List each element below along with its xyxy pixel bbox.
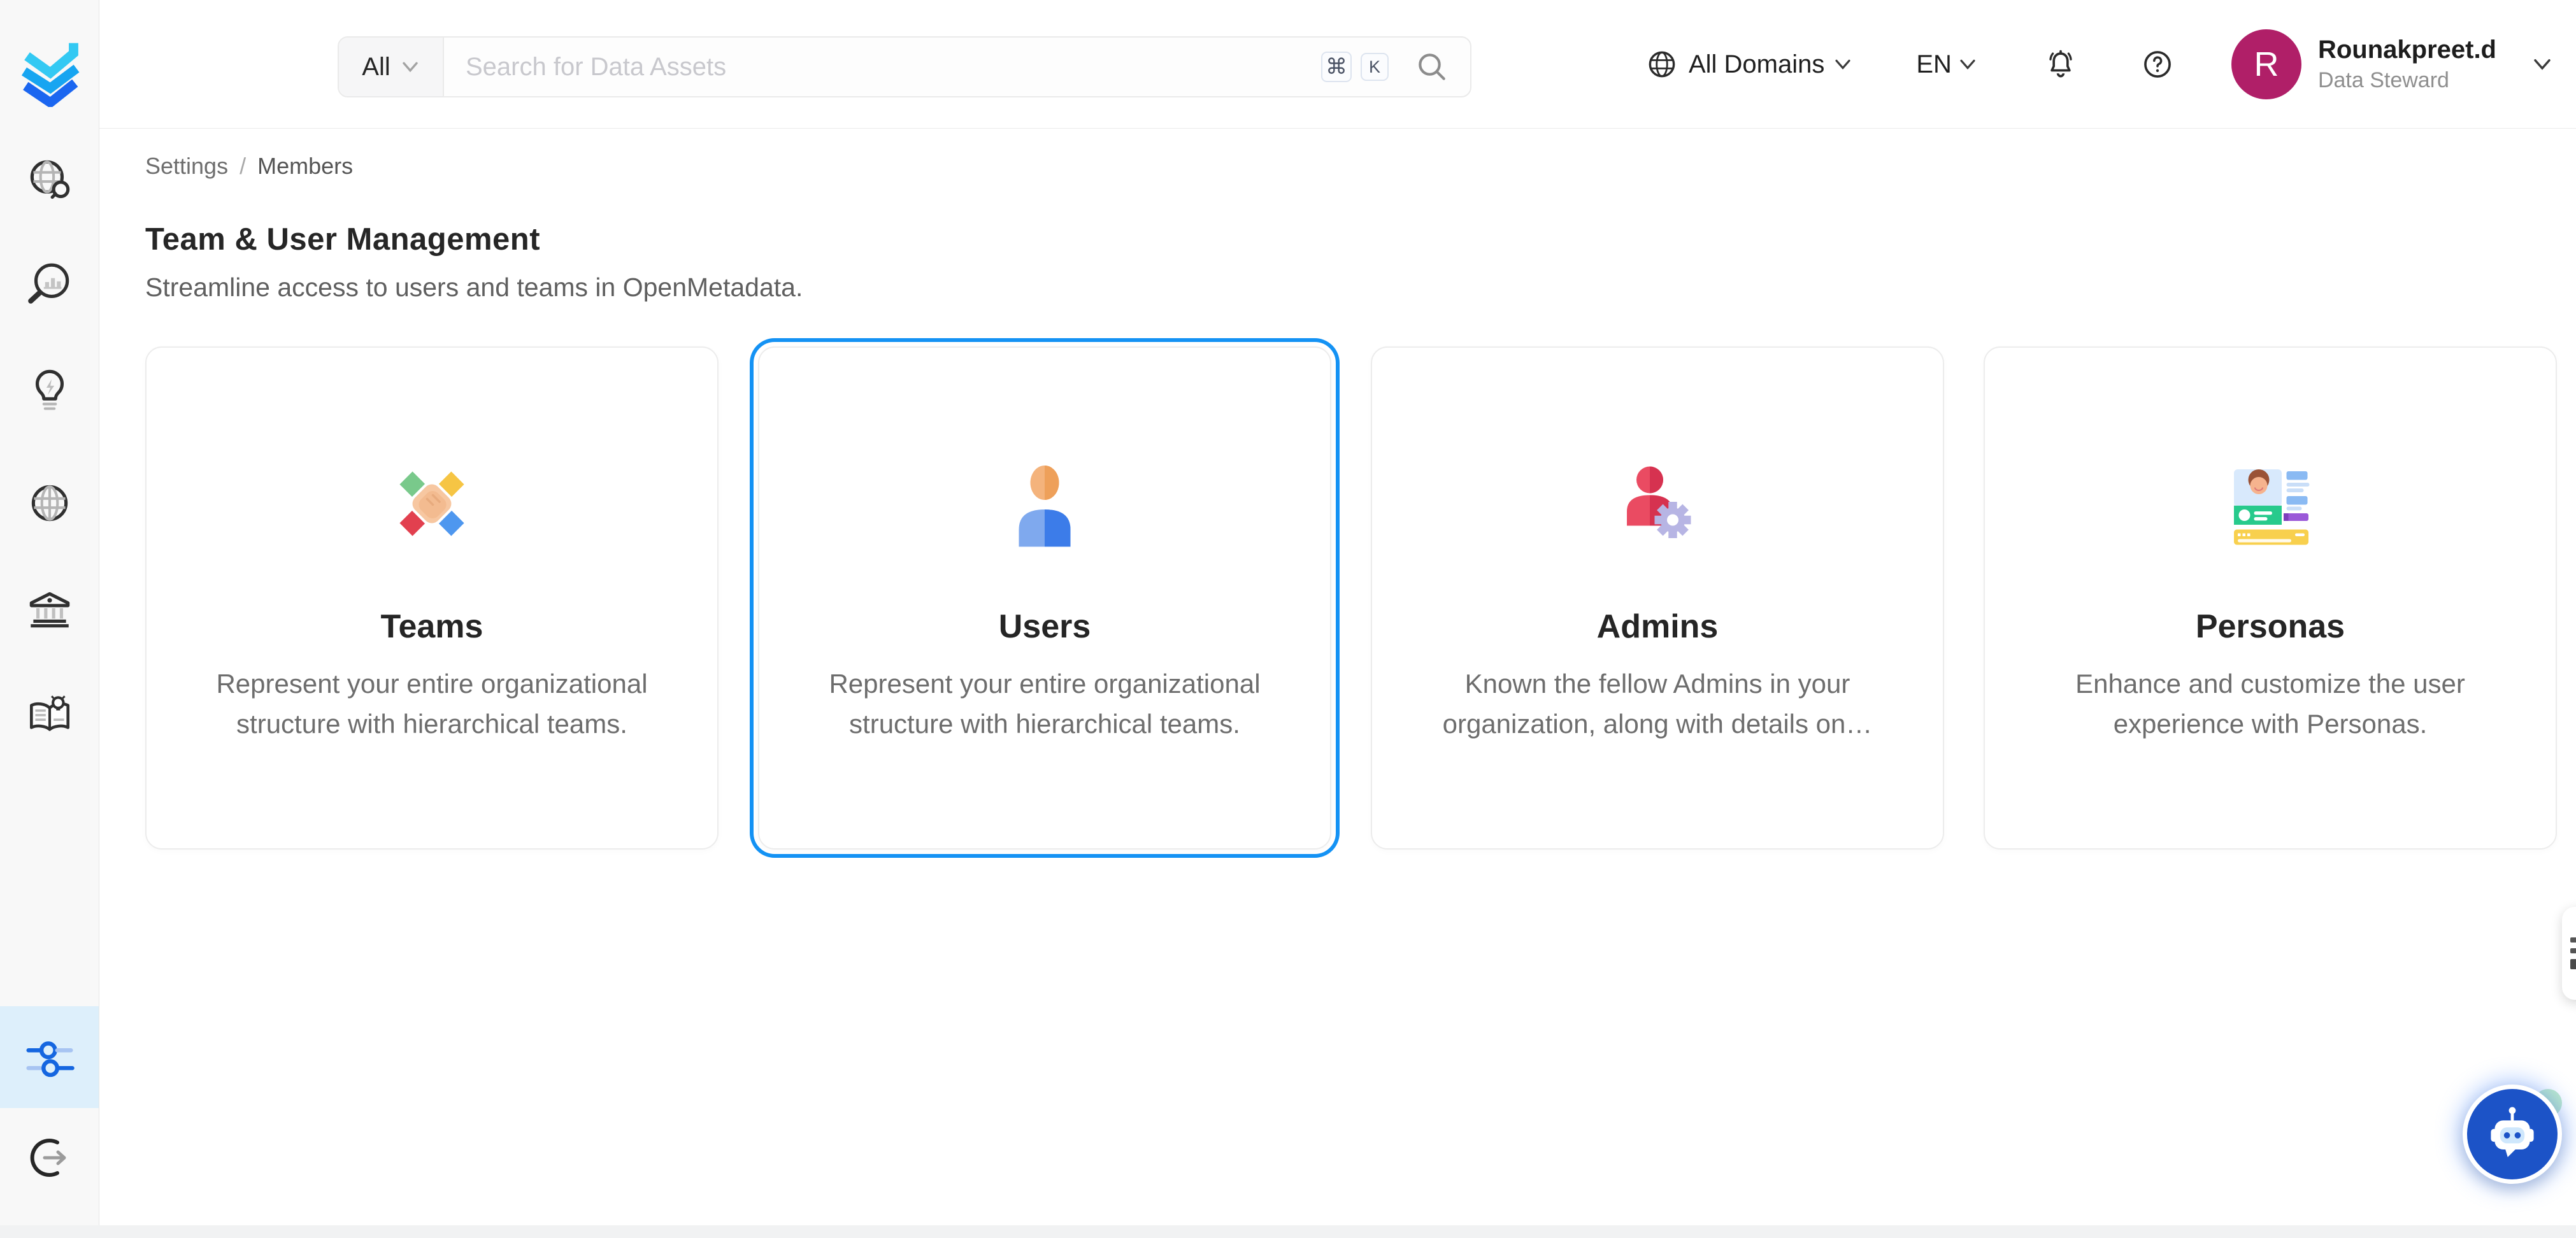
search-icon[interactable] — [1414, 49, 1450, 85]
insights-lightbulb-icon — [24, 366, 76, 418]
explore-globe-search-icon — [24, 155, 76, 207]
domains-globe-icon — [24, 477, 76, 529]
learning-book-icon — [24, 690, 76, 742]
sidebar-item-insights[interactable] — [0, 351, 99, 434]
top-header: All ⌘ K — [99, 0, 2576, 129]
card-admins[interactable]: Admins Known the fellow Admins in your o… — [1371, 346, 1944, 850]
language-label: EN — [1916, 50, 1952, 79]
breadcrumb-settings[interactable]: Settings — [145, 153, 228, 180]
app-window: All ⌘ K — [0, 0, 2576, 1238]
card-description: Represent your entire organizational str… — [187, 664, 677, 744]
avatar-initial: R — [2254, 45, 2279, 84]
page-title: Team & User Management — [145, 222, 540, 257]
search-input[interactable] — [444, 38, 1321, 96]
page-subtitle: Streamline access to users and teams in … — [145, 273, 803, 302]
user-name: Rounakpreet.d — [2318, 35, 2496, 64]
bell-icon[interactable] — [2044, 48, 2077, 81]
chevron-down-icon — [1833, 58, 1852, 71]
whats-new-icon — [2570, 937, 2576, 943]
chevron-down-icon — [401, 60, 420, 73]
cmd-key-badge: ⌘ — [1321, 52, 1352, 82]
search-scope-dropdown[interactable]: All — [339, 38, 444, 96]
sidebar-item-settings-active[interactable] — [0, 1006, 99, 1108]
breadcrumb: Settings / Members — [145, 153, 353, 180]
search-shortcuts: ⌘ K — [1321, 38, 1470, 96]
logout-icon — [24, 1132, 75, 1183]
observability-magnifier-chart-icon — [24, 259, 76, 311]
teamwork-hands-icon — [384, 456, 480, 551]
sidebar-item-domains[interactable] — [0, 462, 99, 544]
member-cards: Teams Represent your entire organization… — [145, 346, 2557, 850]
card-personas[interactable]: Personas Enhance and customize the user … — [1984, 346, 2557, 850]
card-title: Admins — [1597, 608, 1719, 646]
card-description: Known the fellow Admins in your organiza… — [1412, 664, 1903, 744]
card-title: Users — [999, 608, 1091, 646]
user-avatar[interactable]: R — [2231, 29, 2301, 99]
header-actions: All Domains EN — [1645, 0, 2553, 129]
breadcrumb-members[interactable]: Members — [257, 153, 353, 180]
user-menu[interactable]: Rounakpreet.d Data Steward — [2318, 35, 2496, 93]
sidebar-item-explore[interactable] — [0, 139, 99, 222]
global-search-bar: All ⌘ K — [338, 36, 1471, 97]
k-key-badge: K — [1361, 53, 1389, 81]
page-bottom-strip — [0, 1225, 2576, 1238]
settings-sliders-icon — [22, 1030, 77, 1085]
govern-bank-icon — [24, 583, 76, 635]
gear-icon — [1655, 502, 1691, 538]
help-icon[interactable] — [2141, 48, 2174, 81]
card-description: Enhance and customize the user experienc… — [2025, 664, 2515, 744]
globe-icon — [1645, 48, 1678, 81]
sidebar-item-logout[interactable] — [0, 1116, 99, 1200]
chevron-down-icon — [1958, 58, 1977, 71]
card-title: Teams — [381, 608, 483, 646]
chat-bot-icon — [2482, 1104, 2543, 1165]
whats-new-tab[interactable] — [2562, 907, 2576, 1000]
sidebar-item-observability[interactable] — [0, 244, 99, 327]
left-sidebar — [0, 0, 99, 1238]
card-description: Represent your entire organizational str… — [799, 664, 1290, 744]
chevron-down-icon[interactable] — [2531, 57, 2553, 71]
whats-new-icon — [2570, 948, 2576, 953]
card-users[interactable]: Users Represent your entire organization… — [758, 346, 1331, 850]
domains-dropdown[interactable]: All Domains — [1645, 48, 1852, 81]
card-teams[interactable]: Teams Represent your entire organization… — [145, 346, 719, 850]
sidebar-item-learning[interactable] — [0, 674, 99, 757]
whats-new-icon — [2570, 959, 2576, 969]
user-icon — [997, 456, 1092, 551]
card-title: Personas — [2196, 608, 2345, 646]
search-scope-label: All — [362, 53, 390, 82]
persona-id-card-icon — [2222, 456, 2318, 551]
admin-user-gear-icon — [1610, 456, 1705, 551]
language-dropdown[interactable]: EN — [1916, 50, 1977, 79]
breadcrumb-separator: / — [240, 153, 246, 180]
domains-label: All Domains — [1689, 50, 1824, 79]
openmetadata-logo-icon[interactable] — [14, 34, 87, 107]
sidebar-item-govern[interactable] — [0, 567, 99, 650]
chat-bot-button[interactable] — [2463, 1085, 2562, 1184]
user-role: Data Steward — [2318, 68, 2496, 93]
